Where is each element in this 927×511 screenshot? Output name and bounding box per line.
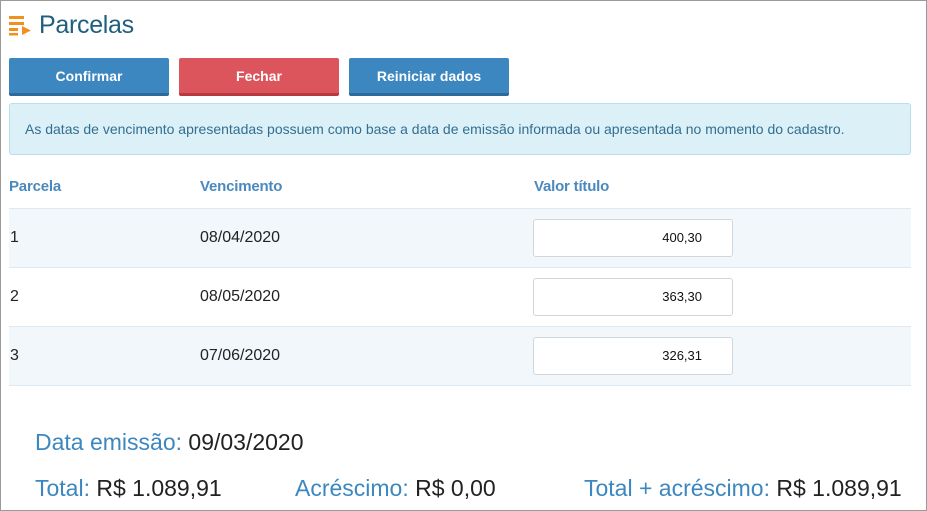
surcharge-label: Acréscimo: [295,475,409,501]
total-plus-surcharge-label: Total + acréscimo: [584,475,770,501]
valor-input[interactable]: 400,30 [533,219,733,257]
valor-input[interactable]: 363,30 [533,278,733,316]
info-alert: As datas de vencimento apresentadas poss… [9,103,911,155]
parcela-cell: 2 [10,288,19,305]
table-row: 2 08/05/2020 363,30 [9,267,911,326]
page-header: Parcelas [9,10,134,40]
table-row: 3 07/06/2020 326,31 [9,326,911,386]
total-value: R$ 1.089,91 [96,475,222,501]
parcela-cell: 3 [10,347,19,364]
table-row: 1 08/04/2020 400,30 [9,208,911,267]
list-arrow-icon [9,16,31,36]
info-alert-text: As datas de vencimento apresentadas poss… [25,121,845,137]
valor-input[interactable]: 326,31 [533,337,733,375]
reset-data-button[interactable]: Reiniciar dados [349,58,509,96]
surcharge-value: R$ 0,00 [415,475,496,501]
page-title: Parcelas [39,10,134,39]
vencimento-cell: 08/05/2020 [200,288,281,305]
total-plus-surcharge-summary: Total + acréscimo: R$ 1.089,91 [584,475,902,502]
emission-date-label: Data emissão: [35,429,183,455]
total-plus-surcharge-value: R$ 1.089,91 [776,475,902,501]
vencimento-cell: 07/06/2020 [200,347,281,364]
surcharge-summary: Acréscimo: R$ 0,00 [295,475,496,502]
close-button[interactable]: Fechar [179,58,339,96]
column-header-parcela: Parcela [9,178,61,195]
vencimento-cell: 08/04/2020 [200,229,281,246]
parcela-cell: 1 [10,229,19,246]
emission-date-summary: Data emissão: 09/03/2020 [35,429,304,456]
emission-date-value: 09/03/2020 [188,429,304,455]
total-label: Total: [35,475,90,501]
column-header-vencimento: Vencimento [200,178,283,195]
column-header-valor: Valor título [534,178,610,195]
confirm-button[interactable]: Confirmar [9,58,169,96]
total-summary: Total: R$ 1.089,91 [35,475,222,502]
